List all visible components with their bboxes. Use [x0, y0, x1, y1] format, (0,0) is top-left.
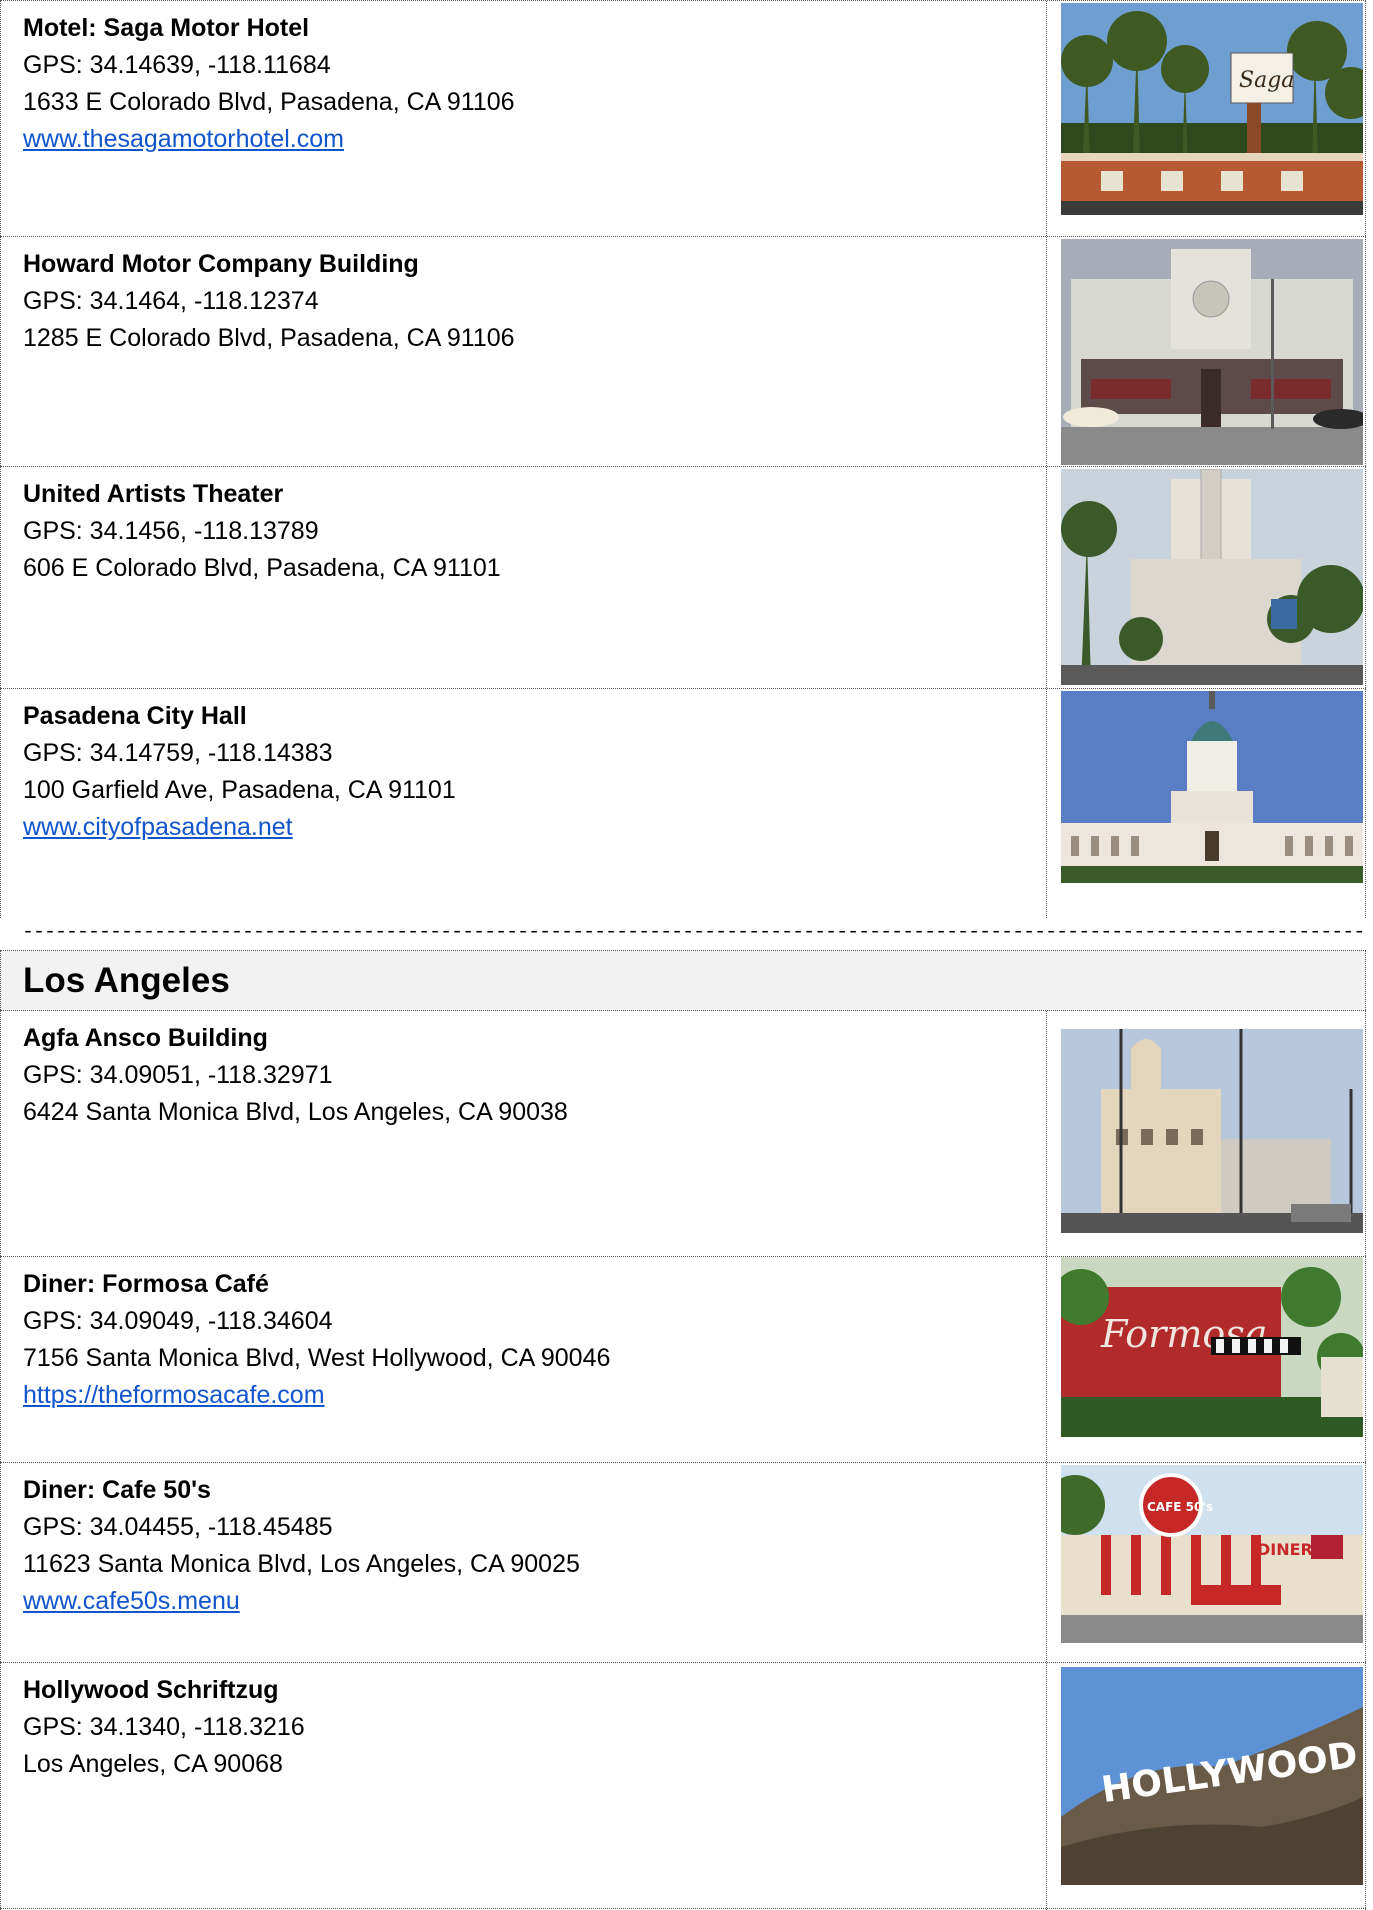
entry-gps: GPS: 34.14639, -118.11684: [23, 51, 331, 79]
entry-gps: GPS: 34.09049, -118.34604: [23, 1307, 333, 1335]
saga-motor-hotel-photo: Saga: [1061, 3, 1363, 215]
document-page: Motel: Saga Motor Hotel GPS: 34.14639, -…: [0, 0, 1373, 1910]
entry-text: Pasadena City Hall GPS: 34.14759, -118.1…: [1, 689, 1047, 918]
entry-link[interactable]: www.cityofpasadena.net: [23, 809, 1046, 846]
entry-address: 7156 Santa Monica Blvd, West Hollywood, …: [23, 1344, 611, 1372]
entry-gps: GPS: 34.09051, -118.32971: [23, 1061, 333, 1089]
entry-address: 1633 E Colorado Blvd, Pasadena, CA 91106: [23, 88, 515, 116]
cafe50-sign-text: CAFE 50's: [1147, 1500, 1213, 1514]
entry-title: United Artists Theater: [23, 480, 284, 508]
entry-title: Agfa Ansco Building: [23, 1024, 268, 1052]
hollywood-sign-photo: HOLLYWOOD: [1061, 1667, 1363, 1885]
list-item: Agfa Ansco Building GPS: 34.09051, -118.…: [0, 1010, 1366, 1256]
entry-text: United Artists Theater GPS: 34.1456, -11…: [1, 467, 1047, 688]
entry-text: Diner: Formosa Café GPS: 34.09049, -118.…: [1, 1257, 1047, 1462]
entry-address: 6424 Santa Monica Blvd, Los Angeles, CA …: [23, 1098, 568, 1126]
list-item: United Artists Theater GPS: 34.1456, -11…: [0, 466, 1366, 688]
cafe-50s-photo: CAFE 50's DINER: [1061, 1465, 1363, 1643]
entry-link[interactable]: https://theformosacafe.com: [23, 1377, 1046, 1414]
entry-title: Motel: Saga Motor Hotel: [23, 14, 310, 42]
entry-gps: GPS: 34.14759, -118.14383: [23, 739, 333, 767]
entry-address: 100 Garfield Ave, Pasadena, CA 91101: [23, 776, 456, 804]
entry-text: Agfa Ansco Building GPS: 34.09051, -118.…: [1, 1011, 1047, 1256]
entry-text: Diner: Cafe 50's GPS: 34.04455, -118.454…: [1, 1463, 1047, 1662]
bottom-border: [0, 1908, 1366, 1909]
entry-gps: GPS: 34.1340, -118.3216: [23, 1713, 305, 1741]
entry-text: Motel: Saga Motor Hotel GPS: 34.14639, -…: [1, 1, 1047, 236]
entry-address: Los Angeles, CA 90068: [23, 1750, 283, 1778]
agfa-ansco-building-photo: [1061, 1029, 1363, 1233]
entry-address: 1285 E Colorado Blvd, Pasadena, CA 91106: [23, 324, 515, 352]
list-item: Howard Motor Company Building GPS: 34.14…: [0, 236, 1366, 466]
entry-gps: GPS: 34.1456, -118.13789: [23, 517, 319, 545]
section-title: Los Angeles: [0, 950, 1366, 1010]
list-item: Pasadena City Hall GPS: 34.14759, -118.1…: [0, 688, 1366, 918]
formosa-cafe-photo: Formosa: [1061, 1257, 1363, 1437]
list-item: Diner: Cafe 50's GPS: 34.04455, -118.454…: [0, 1462, 1366, 1662]
entry-text: Howard Motor Company Building GPS: 34.14…: [1, 237, 1047, 466]
list-item: Motel: Saga Motor Hotel GPS: 34.14639, -…: [0, 0, 1366, 236]
united-artists-theater-photo: [1061, 469, 1363, 685]
entry-title: Pasadena City Hall: [23, 702, 247, 730]
entry-title: Hollywood Schriftzug: [23, 1676, 279, 1704]
entry-link[interactable]: www.thesagamotorhotel.com: [23, 121, 1046, 158]
pasadena-city-hall-photo: [1061, 691, 1363, 883]
entry-title: Diner: Formosa Café: [23, 1270, 269, 1298]
entry-address: 606 E Colorado Blvd, Pasadena, CA 91101: [23, 554, 501, 582]
list-item: Diner: Formosa Café GPS: 34.09049, -118.…: [0, 1256, 1366, 1462]
howard-motor-building-photo: [1061, 239, 1363, 465]
entry-gps: GPS: 34.1464, -118.12374: [23, 287, 319, 315]
diner-sign-text: DINER: [1257, 1540, 1313, 1559]
entry-link[interactable]: www.cafe50s.menu: [23, 1583, 1046, 1620]
list-item: Hollywood Schriftzug GPS: 34.1340, -118.…: [0, 1662, 1366, 1910]
entry-address: 11623 Santa Monica Blvd, Los Angeles, CA…: [23, 1550, 580, 1578]
entry-text: Hollywood Schriftzug GPS: 34.1340, -118.…: [1, 1663, 1047, 1910]
saga-sign-text: Saga: [1239, 68, 1294, 93]
entry-title: Howard Motor Company Building: [23, 250, 419, 278]
entry-gps: GPS: 34.04455, -118.45485: [23, 1513, 333, 1541]
entry-title: Diner: Cafe 50's: [23, 1476, 211, 1504]
section-separator: ----------------------------------------…: [22, 921, 1365, 944]
